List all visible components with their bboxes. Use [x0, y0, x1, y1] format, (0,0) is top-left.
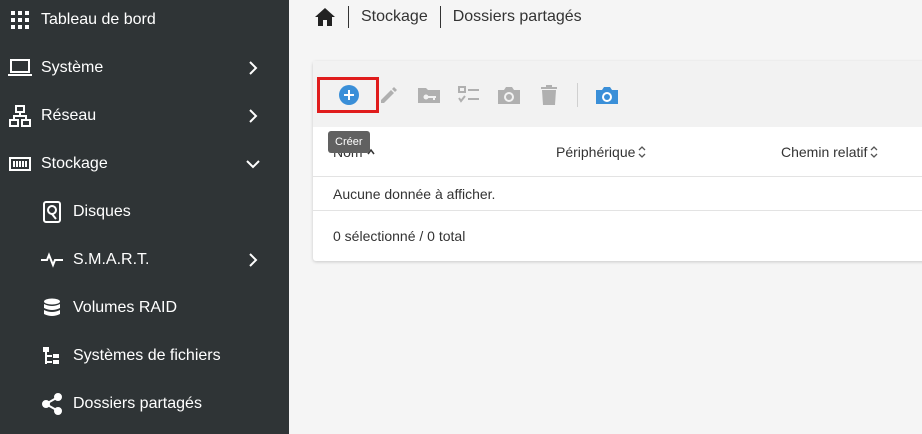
toolbar-divider [577, 83, 578, 107]
sidebar-item-label: S.M.A.R.T. [73, 251, 150, 268]
shared-folders-datatable: Nom Périphérique Chemin relatif Créer Au… [313, 61, 922, 261]
camera-icon[interactable] [595, 83, 619, 107]
chevron-right-icon[interactable] [242, 105, 264, 127]
storage-icon [8, 152, 32, 176]
sidebar-item-label: Stockage [41, 155, 108, 172]
selection-count: 0 sélectionné / 0 total [333, 228, 466, 244]
sidebar-item-label: Tableau de bord [41, 11, 156, 28]
disk-icon [40, 200, 64, 224]
create-button[interactable] [337, 83, 361, 107]
sidebar-item-dossiers-partages[interactable]: Dossiers partagés [0, 380, 289, 428]
sidebar-item-label: Système [41, 59, 104, 76]
grid-icon [8, 8, 32, 32]
sidebar-item-label: Dossiers partagés [73, 395, 202, 412]
sidebar-item-tableau-de-bord[interactable]: Tableau de bord [0, 0, 289, 44]
sidebar-item-reseau[interactable]: Réseau [0, 92, 289, 140]
breadcrumb-item-current: Dossiers partagés [452, 8, 582, 25]
column-header-chemin-relatif[interactable]: Chemin relatif [781, 127, 878, 177]
sidebar-item-volumes-raid[interactable]: Volumes RAID [0, 284, 289, 332]
share-icon [40, 392, 64, 416]
chevron-right-icon[interactable] [242, 57, 264, 79]
folder-key-icon[interactable] [417, 83, 441, 107]
laptop-icon [8, 56, 32, 80]
file-tree-icon [40, 344, 64, 368]
sort-icon [638, 146, 646, 158]
main-content: Stockage Dossiers partagés Périphérique … [289, 0, 922, 434]
sidebar-item-label: Réseau [41, 107, 97, 124]
checklist-icon[interactable] [457, 83, 481, 107]
sidebar-item-systeme[interactable]: Système [0, 44, 289, 92]
sidebar-item-label: Disques [73, 203, 131, 220]
edit-pencil-icon[interactable] [377, 83, 401, 107]
sort-icon [870, 146, 878, 158]
home-icon[interactable] [314, 6, 336, 28]
breadcrumb: Stockage Dossiers partagés [314, 4, 582, 30]
column-header-label: Périphérique [556, 144, 636, 160]
breadcrumb-separator [348, 6, 349, 28]
breadcrumb-item-stockage[interactable]: Stockage [361, 8, 428, 26]
network-icon [8, 104, 32, 128]
sidebar-item-disques[interactable]: Disques [0, 188, 289, 236]
chevron-right-icon[interactable] [242, 249, 264, 271]
toolbar [313, 61, 922, 127]
sidebar-item-systemes-de-fichiers[interactable]: Systèmes de fichiers [0, 332, 289, 380]
delete-trash-icon[interactable] [537, 83, 561, 107]
column-header-label: Chemin relatif [781, 144, 868, 160]
sidebar-item-stockage[interactable]: Stockage [0, 140, 289, 188]
column-header-peripherique[interactable]: Périphérique [556, 127, 646, 177]
sidebar-item-label: Volumes RAID [73, 299, 178, 316]
sidebar: Tableau de bord Système Réseau Stockage … [0, 0, 289, 434]
sidebar-item-smart[interactable]: S.M.A.R.T. [0, 236, 289, 284]
pulse-icon [40, 248, 64, 272]
breadcrumb-separator [439, 6, 441, 28]
table-header: Nom Périphérique Chemin relatif [313, 127, 922, 177]
database-icon [40, 296, 64, 320]
create-tooltip: Créer [328, 131, 370, 153]
empty-message: Aucune donnée à afficher. [313, 177, 922, 211]
sidebar-item-label: Systèmes de fichiers [73, 347, 221, 364]
camera-icon[interactable] [497, 83, 521, 107]
chevron-down-icon[interactable] [242, 153, 264, 175]
